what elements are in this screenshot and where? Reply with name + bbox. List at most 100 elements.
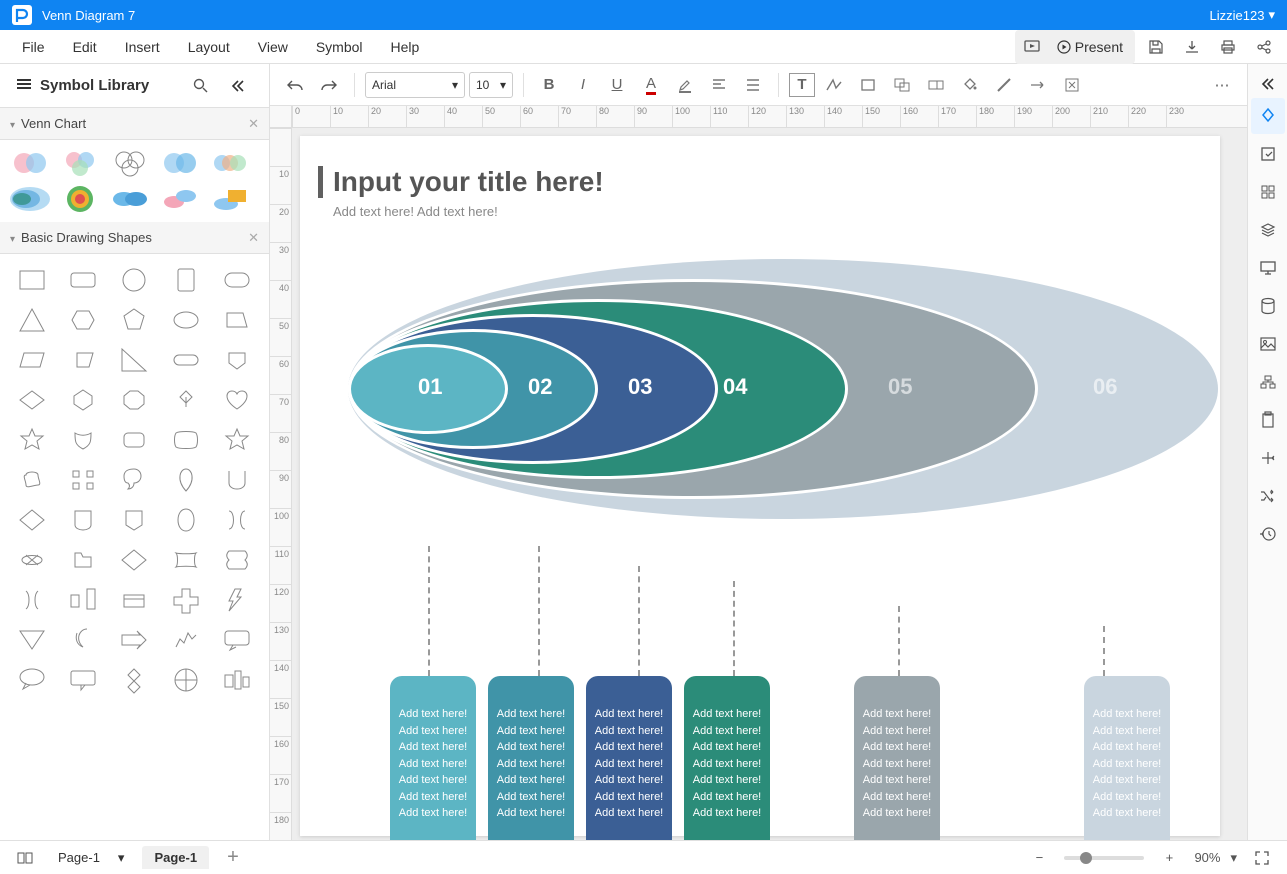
basic-shape-30[interactable] [8, 502, 55, 538]
basic-shape-44[interactable] [214, 582, 261, 618]
basic-shape-1[interactable] [59, 262, 106, 298]
basic-shape-17[interactable] [111, 382, 158, 418]
page-tab-1[interactable]: Page-1 [142, 846, 209, 869]
redo-icon[interactable] [314, 70, 344, 100]
basic-shape-9[interactable] [214, 302, 261, 338]
line-spacing-icon[interactable] [738, 70, 768, 100]
clipboard-panel-icon[interactable] [1251, 402, 1285, 438]
text-tool-icon[interactable]: T [789, 73, 815, 97]
basic-shape-18[interactable] [162, 382, 209, 418]
basic-shape-6[interactable] [59, 302, 106, 338]
search-icon[interactable] [185, 71, 215, 101]
basic-shape-27[interactable] [111, 462, 158, 498]
basic-shape-15[interactable] [8, 382, 55, 418]
venn-diagram[interactable]: 01 02 03 04 05 06 [318, 259, 1218, 559]
shuffle-panel-icon[interactable] [1251, 478, 1285, 514]
venn-shape-7[interactable] [58, 184, 102, 214]
venn-shape-3[interactable] [108, 148, 152, 178]
basic-shape-34[interactable] [214, 502, 261, 538]
basic-shape-21[interactable] [59, 422, 106, 458]
basic-shape-48[interactable] [162, 622, 209, 658]
basic-shape-40[interactable] [8, 582, 55, 618]
fullscreen-icon[interactable] [1247, 843, 1277, 873]
basic-shape-49[interactable] [214, 622, 261, 658]
basic-shape-7[interactable] [111, 302, 158, 338]
pages-panel-icon[interactable] [10, 843, 40, 873]
share-icon[interactable] [1249, 32, 1279, 62]
export-panel-icon[interactable] [1251, 136, 1285, 172]
underline-icon[interactable]: U [602, 70, 632, 100]
page-subtitle[interactable]: Add text here! Add text here! [318, 204, 1202, 219]
basic-shape-41[interactable] [59, 582, 106, 618]
zoom-value[interactable]: 90% [1194, 850, 1220, 865]
basic-shape-37[interactable] [111, 542, 158, 578]
basic-shape-32[interactable] [111, 502, 158, 538]
num-01[interactable]: 01 [418, 374, 442, 400]
basic-shape-35[interactable] [8, 542, 55, 578]
venn-shape-9[interactable] [158, 184, 202, 214]
clear-format-icon[interactable] [1057, 70, 1087, 100]
card-4[interactable]: Add text here! Add text here! Add text h… [684, 676, 770, 840]
shape-rect-icon[interactable] [853, 70, 883, 100]
fill-icon[interactable] [955, 70, 985, 100]
stroke-icon[interactable] [989, 70, 1019, 100]
basic-shape-47[interactable] [111, 622, 158, 658]
basic-shape-11[interactable] [59, 342, 106, 378]
print-icon[interactable] [1213, 32, 1243, 62]
num-05[interactable]: 05 [888, 374, 912, 400]
basic-shape-51[interactable] [59, 662, 106, 698]
menu-view[interactable]: View [244, 33, 302, 61]
basic-shape-0[interactable] [8, 262, 55, 298]
basic-shape-26[interactable] [59, 462, 106, 498]
line-style-icon[interactable] [1023, 70, 1053, 100]
basic-shape-12[interactable] [111, 342, 158, 378]
basic-shape-54[interactable] [214, 662, 261, 698]
basic-shape-53[interactable] [162, 662, 209, 698]
basic-shape-45[interactable] [8, 622, 55, 658]
basic-shape-8[interactable] [162, 302, 209, 338]
panel-venn-chart[interactable]: ▾Venn Chart ✕ [0, 108, 269, 140]
undo-icon[interactable] [280, 70, 310, 100]
page-select[interactable]: Page-1▾ [50, 850, 132, 866]
num-04[interactable]: 04 [723, 374, 747, 400]
sitemap-panel-icon[interactable] [1251, 364, 1285, 400]
basic-shape-29[interactable] [214, 462, 261, 498]
card-1[interactable]: Add text here! Add text here! Add text h… [390, 676, 476, 840]
ungroup-icon[interactable] [921, 70, 951, 100]
page-title[interactable]: Input your title here! [318, 166, 1202, 198]
grid-panel-icon[interactable] [1251, 174, 1285, 210]
italic-icon[interactable]: I [568, 70, 598, 100]
basic-shape-31[interactable] [59, 502, 106, 538]
font-family-select[interactable]: Arial▾ [365, 72, 465, 98]
collapse-right-icon[interactable] [1248, 72, 1287, 96]
download-icon[interactable] [1177, 32, 1207, 62]
highlight-icon[interactable] [670, 70, 700, 100]
basic-shape-36[interactable] [59, 542, 106, 578]
more-icon[interactable]: ⋯ [1207, 70, 1237, 100]
basic-shape-52[interactable] [111, 662, 158, 698]
basic-shape-22[interactable] [111, 422, 158, 458]
basic-shape-10[interactable] [8, 342, 55, 378]
close-icon[interactable]: ✕ [248, 230, 259, 246]
basic-shape-16[interactable] [59, 382, 106, 418]
basic-shape-43[interactable] [162, 582, 209, 618]
snap-panel-icon[interactable] [1251, 440, 1285, 476]
basic-shape-28[interactable] [162, 462, 209, 498]
card-3[interactable]: Add text here! Add text here! Add text h… [586, 676, 672, 840]
num-02[interactable]: 02 [528, 374, 552, 400]
basic-shape-19[interactable] [214, 382, 261, 418]
chevron-down-icon[interactable]: ▾ [1230, 850, 1237, 866]
venn-shape-2[interactable] [58, 148, 102, 178]
presentation-panel-icon[interactable] [1251, 250, 1285, 286]
basic-shape-46[interactable] [59, 622, 106, 658]
canvas-page[interactable]: Input your title here! Add text here! Ad… [300, 136, 1220, 836]
basic-shape-3[interactable] [162, 262, 209, 298]
slideshow-icon[interactable] [1017, 32, 1047, 62]
image-panel-icon[interactable] [1251, 326, 1285, 362]
card-5[interactable]: Add text here! Add text here! Add text h… [854, 676, 940, 840]
zoom-out-icon[interactable]: − [1024, 843, 1054, 873]
venn-shape-5[interactable] [208, 148, 252, 178]
menu-edit[interactable]: Edit [59, 33, 111, 61]
font-color-icon[interactable]: A [636, 70, 666, 100]
basic-shape-20[interactable] [8, 422, 55, 458]
